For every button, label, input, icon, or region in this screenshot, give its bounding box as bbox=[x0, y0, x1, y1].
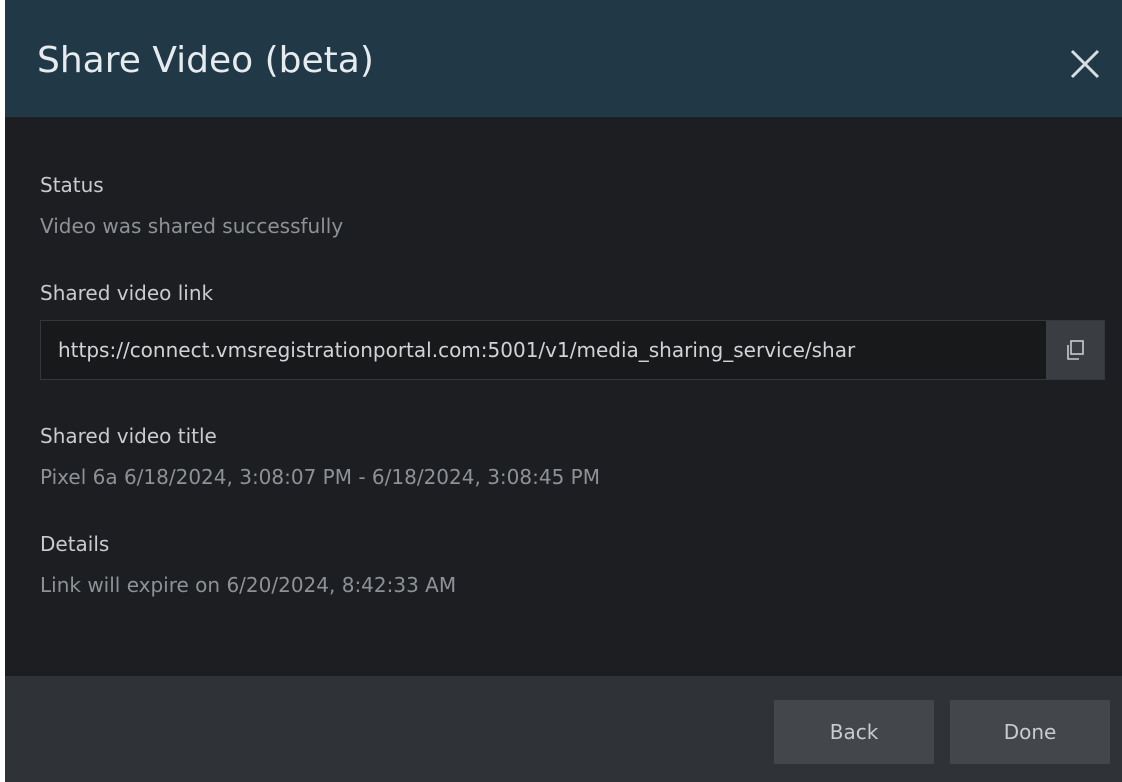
shared-link-label: Shared video link bbox=[40, 281, 214, 305]
dialog-title: Share Video (beta) bbox=[37, 40, 374, 81]
shared-link-input[interactable] bbox=[41, 321, 1047, 379]
details-value: Link will expire on 6/20/2024, 8:42:33 A… bbox=[40, 573, 457, 597]
shared-link-field bbox=[40, 320, 1105, 380]
share-video-dialog: Share Video (beta) Status Video was shar… bbox=[5, 0, 1122, 782]
status-label: Status bbox=[40, 173, 104, 197]
close-icon bbox=[1070, 49, 1100, 79]
dialog-footer: Back Done bbox=[5, 676, 1122, 782]
close-button[interactable] bbox=[1063, 42, 1107, 86]
done-button[interactable]: Done bbox=[950, 700, 1110, 764]
back-button[interactable]: Back bbox=[774, 700, 934, 764]
copy-link-button[interactable] bbox=[1046, 321, 1104, 379]
status-value: Video was shared successfully bbox=[40, 214, 344, 238]
dialog-body: Status Video was shared successfully Sha… bbox=[5, 117, 1122, 676]
copy-icon bbox=[1067, 340, 1084, 360]
shared-title-label: Shared video title bbox=[40, 424, 217, 448]
details-label: Details bbox=[40, 532, 110, 556]
shared-title-value: Pixel 6a 6/18/2024, 3:08:07 PM - 6/18/20… bbox=[40, 465, 600, 489]
dialog-header: Share Video (beta) bbox=[5, 0, 1122, 117]
